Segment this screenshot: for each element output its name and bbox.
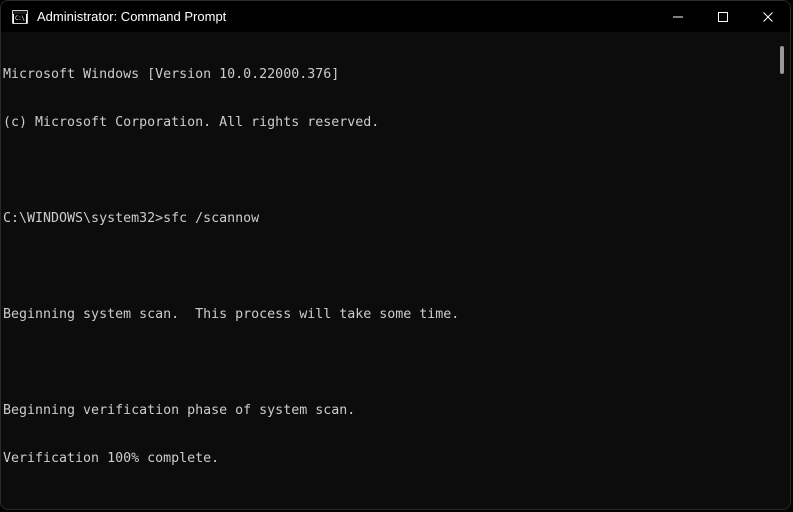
- console-line: C:\WINDOWS\system32>sfc /scannow: [3, 211, 260, 226]
- console-scrollbar[interactable]: [774, 32, 790, 509]
- maximize-icon: [717, 11, 728, 22]
- command-prompt-window: C:\. Administrator: Command Prompt: [0, 0, 791, 510]
- window-title: Administrator: Command Prompt: [37, 8, 227, 24]
- console-line: (c) Microsoft Corporation. All rights re…: [3, 115, 380, 130]
- minimize-button[interactable]: [655, 1, 700, 32]
- console-line: Verification 100% complete.: [3, 451, 220, 466]
- command-prompt-icon-glyph: C:\.: [14, 13, 26, 23]
- window-controls: [655, 1, 790, 32]
- scrollbar-thumb[interactable]: [780, 46, 784, 74]
- console-line: Beginning system scan. This process will…: [3, 307, 460, 322]
- command-prompt-icon: C:\.: [12, 9, 28, 24]
- close-button[interactable]: [745, 1, 790, 32]
- close-icon: [762, 11, 773, 22]
- window-titlebar[interactable]: C:\. Administrator: Command Prompt: [1, 1, 790, 32]
- maximize-button[interactable]: [700, 1, 745, 32]
- minimize-icon: [672, 16, 683, 17]
- console-line: Microsoft Windows [Version 10.0.22000.37…: [3, 67, 340, 82]
- console-line: Beginning verification phase of system s…: [3, 403, 356, 418]
- console-text: Microsoft Windows [Version 10.0.22000.37…: [3, 35, 635, 509]
- console-output-area[interactable]: Microsoft Windows [Version 10.0.22000.37…: [1, 32, 790, 509]
